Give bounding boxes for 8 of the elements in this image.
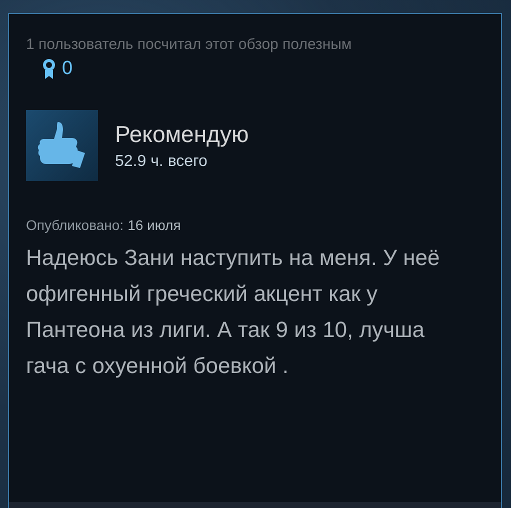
helpful-count-text: 1 пользователь посчитал этот обзор полезным <box>26 36 353 54</box>
hours-played: 52.9 ч. всего <box>115 152 208 170</box>
published-date: 16 июля <box>128 217 181 234</box>
award-count: 0 <box>62 58 73 80</box>
verdict-title: Рекомендую <box>115 120 249 146</box>
award-ribbon-icon <box>42 59 56 79</box>
published-label: Опубликовано: <box>26 217 124 234</box>
review-text: Надеюсь Зани наступить на меня. У неё офигенный греческий акцент как у Пантеона из лиги. А так 9 из 10, лучша гача с охуенной боевкой . <box>26 244 441 380</box>
